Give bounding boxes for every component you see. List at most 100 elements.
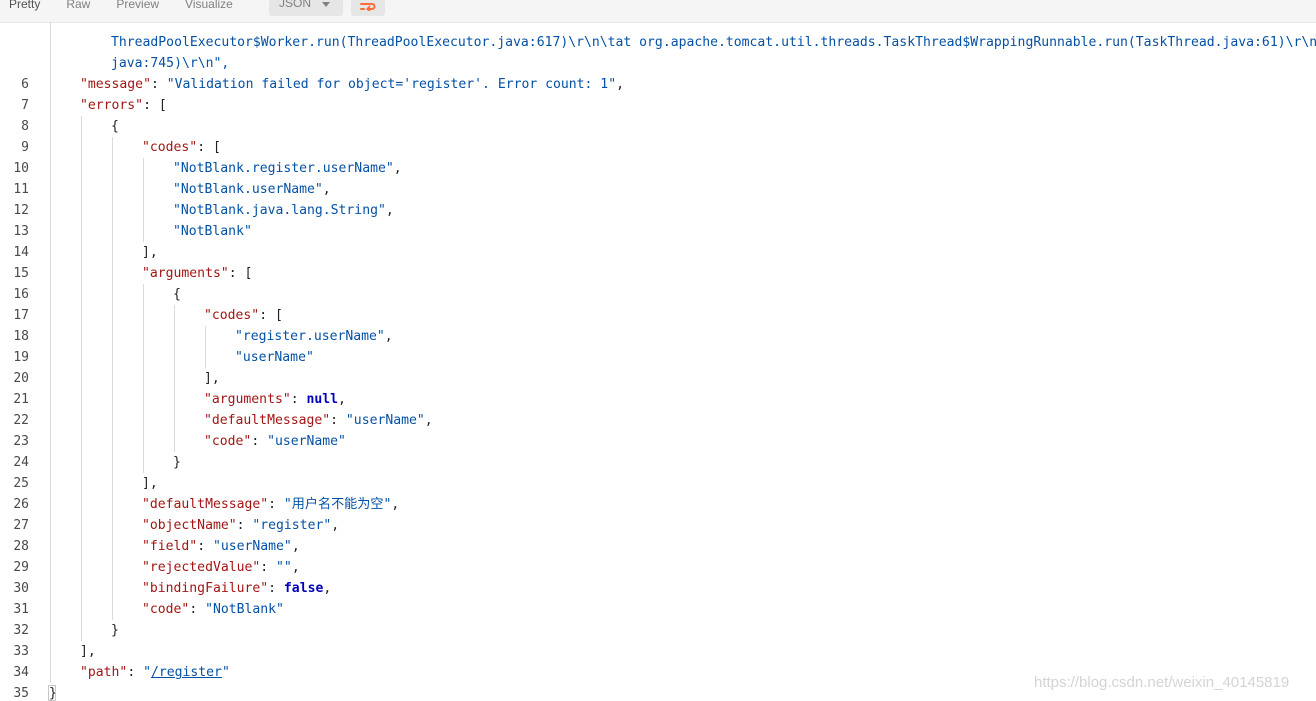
code-text: "rejectedValue": "", <box>142 557 300 578</box>
code-text: "codes": [ <box>142 137 221 158</box>
line-number: 23 <box>13 434 29 449</box>
line-number: 13 <box>13 224 29 239</box>
json-key: "arguments" <box>204 392 291 407</box>
code-text: { <box>111 116 119 137</box>
response-body-viewer[interactable]: ThreadPoolExecutor$Worker.run(ThreadPool… <box>0 0 1316 701</box>
json-punctuation: ], <box>80 644 96 659</box>
json-punctuation: , <box>291 539 300 554</box>
json-string: "userName" <box>345 413 425 428</box>
code-line: 11 "NotBlank.userName", <box>0 179 1316 200</box>
line-number: 35 <box>13 686 29 701</box>
code-line: 12 "NotBlank.java.lang.String", <box>0 200 1316 221</box>
line-number: 16 <box>13 287 29 302</box>
line-number: 22 <box>13 413 29 428</box>
code-text: "userName" <box>235 347 314 368</box>
code-text: "bindingFailure": false, <box>142 578 331 599</box>
code-line: 6 "message": "Validation failed for objec… <box>0 74 1316 95</box>
json-string: "userName" <box>212 539 292 554</box>
json-key: "bindingFailure" <box>142 581 269 596</box>
indent-guide <box>81 116 82 641</box>
line-number: 11 <box>13 182 29 197</box>
line-number: 25 <box>13 476 29 491</box>
json-punctuation: : <box>260 560 277 575</box>
code-text: "field": "userName", <box>142 536 300 557</box>
code-line: 16 { <box>0 284 1316 305</box>
json-punctuation: , <box>393 161 402 176</box>
json-string: "NotBlank" <box>173 224 252 239</box>
json-punctuation: , <box>384 329 393 344</box>
json-literal: null <box>306 392 339 407</box>
code-line: 31 "code": "NotBlank" <box>0 599 1316 620</box>
json-punctuation: : <box>127 665 144 680</box>
json-key: "defaultMessage" <box>142 497 269 512</box>
json-punctuation: ], <box>142 476 158 491</box>
code-text: ], <box>142 242 158 263</box>
json-link[interactable]: /register <box>151 665 222 680</box>
line-number: 10 <box>13 161 29 176</box>
indent-guide <box>112 137 113 620</box>
code-line: 30 "bindingFailure": false, <box>0 578 1316 599</box>
line-number: 30 <box>13 581 29 596</box>
line-number: 18 <box>13 329 29 344</box>
line-number: 33 <box>13 644 29 659</box>
code-line: 23 "code": "userName" <box>0 431 1316 452</box>
json-punctuation: , <box>322 182 331 197</box>
code-text: { <box>173 284 181 305</box>
line-number: 24 <box>13 455 29 470</box>
code-line: 15 "arguments": [ <box>0 263 1316 284</box>
line-number: 12 <box>13 203 29 218</box>
code-text: ], <box>80 641 96 662</box>
json-key: "arguments" <box>142 266 229 281</box>
code-text: ThreadPoolExecutor$Worker.run(ThreadPool… <box>111 35 1316 50</box>
json-key: "codes" <box>204 308 260 323</box>
json-key: "objectName" <box>142 518 237 533</box>
json-punctuation: } <box>111 623 119 638</box>
code-text: java:745)\r\n", <box>111 56 230 71</box>
line-number: 26 <box>13 497 29 512</box>
line-number: 17 <box>13 308 29 323</box>
code-line: 18 "register.userName", <box>0 326 1316 347</box>
code-text: "NotBlank.register.userName", <box>173 158 402 179</box>
code-line: 7 "errors": [ <box>0 95 1316 116</box>
code-text: ], <box>204 368 220 389</box>
watermark: https://blog.csdn.net/weixin_40145819 <box>1034 674 1290 691</box>
json-punctuation: : [ <box>197 140 221 155</box>
json-key: "codes" <box>142 140 198 155</box>
json-string: "register" <box>252 518 332 533</box>
code-text: "NotBlank.userName", <box>173 179 331 200</box>
json-punctuation: : <box>197 539 213 554</box>
code-line: 20], <box>0 368 1316 389</box>
json-string: "register.userName" <box>235 329 385 344</box>
code-text: "NotBlank.java.lang.String", <box>173 200 394 221</box>
code-line: 21 "arguments": null, <box>0 389 1316 410</box>
json-punctuation: : <box>290 392 307 407</box>
json-punctuation: : <box>189 602 206 617</box>
json-punctuation: { <box>173 287 181 302</box>
indent-guide <box>143 284 144 473</box>
json-punctuation: : [ <box>228 266 253 281</box>
json-string: "NotBlank.register.userName" <box>173 161 394 176</box>
code-text: "objectName": "register", <box>142 515 339 536</box>
json-key: "path" <box>80 665 128 680</box>
json-key: "code" <box>142 602 190 617</box>
code-text: "codes": [ <box>204 305 283 326</box>
json-key: "rejectedValue" <box>142 560 261 575</box>
code-line: 24} <box>0 452 1316 473</box>
json-punctuation: : [ <box>259 308 283 323</box>
code-line: 13 "NotBlank" <box>0 221 1316 242</box>
line-number: 32 <box>13 623 29 638</box>
code-line: 33], <box>0 641 1316 662</box>
line-number: 20 <box>13 371 29 386</box>
indent-guide <box>174 305 175 452</box>
code-text: "arguments": null, <box>204 389 346 410</box>
code-line-continuation: ThreadPoolExecutor$Worker.run(ThreadPool… <box>0 32 1316 53</box>
code-line: 28 "field": "userName", <box>0 536 1316 557</box>
line-number: 9 <box>21 140 29 155</box>
json-punctuation: , <box>338 392 346 407</box>
json-string: "userName" <box>267 434 346 449</box>
json-key: "code" <box>204 434 252 449</box>
json-string: "用户名不能为空" <box>283 497 392 512</box>
json-punctuation: , <box>385 203 394 218</box>
code-line: 17 "codes": [ <box>0 305 1316 326</box>
json-string: "Validation failed for object='register'… <box>166 77 617 92</box>
